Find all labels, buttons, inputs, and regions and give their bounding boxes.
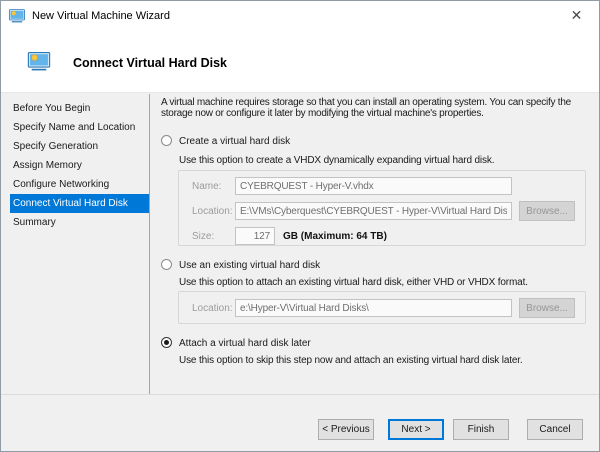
cancel-button[interactable]: Cancel	[527, 419, 583, 440]
size-maximum-text: GB (Maximum: 64 TB)	[283, 231, 387, 242]
name-field	[235, 177, 512, 195]
browse-button-create: Browse...	[519, 201, 575, 221]
page-title: Connect Virtual Hard Disk	[73, 56, 227, 70]
sidebar-item-specify-generation[interactable]: Specify Generation	[1, 137, 149, 156]
existing-disk-groupbox: Location: Browse...	[178, 291, 586, 324]
create-option-description: Use this option to create a VHDX dynamic…	[179, 155, 495, 166]
finish-button[interactable]: Finish	[453, 419, 509, 440]
name-field-label: Name:	[192, 181, 222, 192]
close-button[interactable]: ✕	[554, 1, 599, 30]
sidebar-item-assign-memory[interactable]: Assign Memory	[1, 156, 149, 175]
close-icon: ✕	[570, 7, 583, 23]
wizard-footer: < Previous Next > Finish Cancel	[1, 394, 599, 451]
existing-location-field	[235, 299, 512, 317]
sidebar-item-connect-virtual-hard-disk[interactable]: Connect Virtual Hard Disk	[10, 194, 149, 213]
size-field	[235, 227, 275, 245]
create-disk-groupbox: Name: Location: Browse... Size: GB (Maxi…	[178, 170, 586, 246]
existing-location-field-label: Location:	[192, 303, 233, 314]
wizard-header: Connect Virtual Hard Disk	[1, 30, 599, 93]
existing-option-description: Use this option to attach an existing vi…	[179, 277, 528, 288]
radio-attach-virtual-hard-disk-later-label[interactable]: Attach a virtual hard disk later	[179, 338, 311, 349]
intro-line-1: A virtual machine requires storage so th…	[161, 97, 571, 108]
attach-later-option-description: Use this option to skip this step now an…	[179, 355, 523, 366]
sidebar-item-summary[interactable]: Summary	[1, 213, 149, 232]
wizard-steps-sidebar: Before You Begin Specify Name and Locati…	[1, 94, 150, 394]
previous-button[interactable]: < Previous	[318, 419, 374, 440]
radio-attach-virtual-hard-disk-later[interactable]	[161, 337, 172, 348]
location-field-label: Location:	[192, 206, 233, 217]
radio-use-existing-virtual-hard-disk[interactable]	[161, 259, 172, 270]
titlebar: New Virtual Machine Wizard	[1, 1, 599, 30]
page-intro-text: A virtual machine requires storage so th…	[161, 97, 571, 119]
radio-use-existing-virtual-hard-disk-label[interactable]: Use an existing virtual hard disk	[179, 260, 320, 271]
radio-create-virtual-hard-disk[interactable]	[161, 135, 172, 146]
radio-create-virtual-hard-disk-label[interactable]: Create a virtual hard disk	[179, 136, 290, 147]
intro-line-2: storage now or configure it later by mod…	[161, 108, 484, 119]
sidebar-item-specify-name-and-location[interactable]: Specify Name and Location	[1, 118, 149, 137]
window-title: New Virtual Machine Wizard	[32, 9, 170, 22]
sidebar-item-configure-networking[interactable]: Configure Networking	[1, 175, 149, 194]
vm-monitor-icon	[9, 8, 25, 22]
location-field	[235, 202, 512, 220]
sidebar-item-before-you-begin[interactable]: Before You Begin	[1, 99, 149, 118]
wizard-window: New Virtual Machine Wizard ✕ Connect Vir…	[0, 0, 600, 452]
size-field-label: Size:	[192, 231, 215, 242]
next-button[interactable]: Next >	[388, 419, 444, 440]
vm-monitor-icon	[27, 52, 51, 71]
browse-button-existing: Browse...	[519, 298, 575, 318]
